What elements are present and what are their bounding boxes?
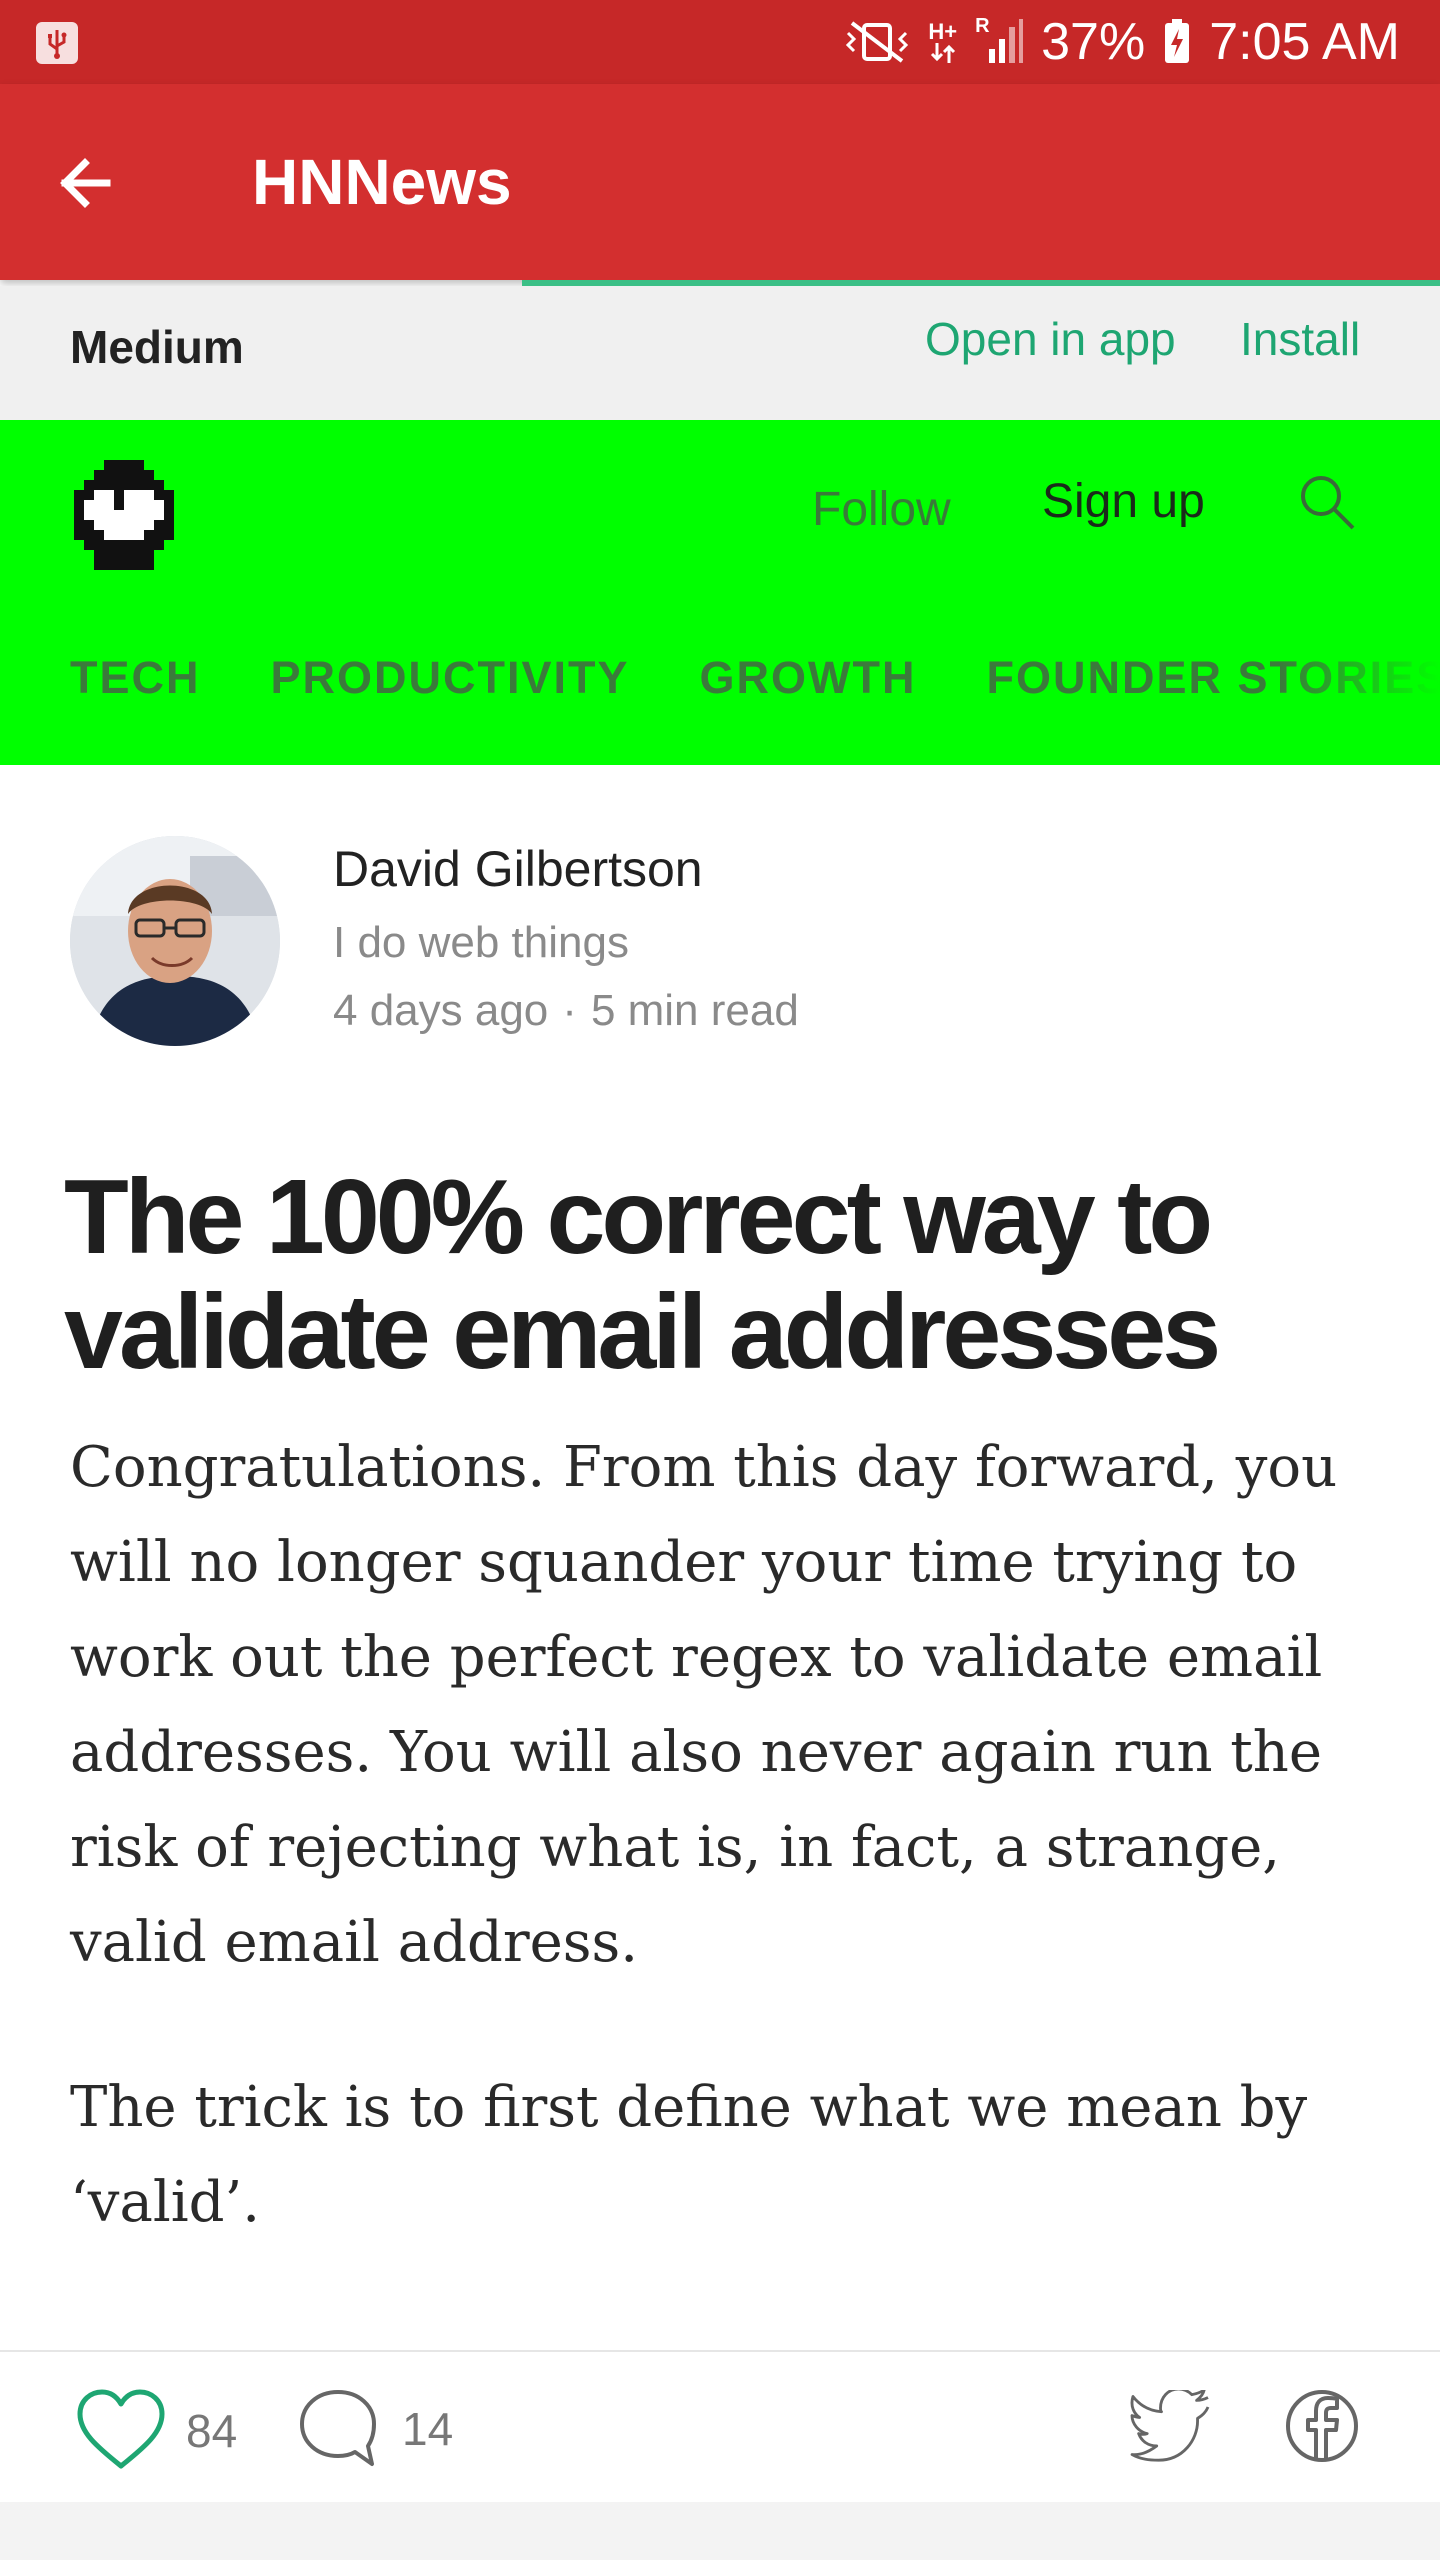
nav-item-productivity[interactable]: PRODUCTIVITY [271, 652, 630, 704]
search-button[interactable] [1295, 470, 1359, 534]
battery-percent: 37% [1041, 13, 1146, 71]
nav-item-tech[interactable]: TECH [70, 652, 201, 704]
data-arrows-icon: H+ [928, 21, 957, 63]
post-date: 4 days ago [333, 986, 549, 1035]
read-time: 5 min read [590, 986, 799, 1035]
battery-charging-icon [1163, 19, 1191, 65]
comment-count: 14 [402, 2403, 454, 2455]
arrow-left-icon [60, 158, 111, 208]
signal-icon: R [975, 15, 1024, 65]
open-in-app-link[interactable]: Open in app [925, 312, 1176, 366]
install-link[interactable]: Install [1240, 312, 1360, 366]
author-name[interactable]: David Gilbertson [333, 840, 703, 898]
twitter-bird-icon [1130, 2387, 1210, 2462]
clap-like-button[interactable] [76, 2388, 166, 2472]
sign-up-button[interactable]: Sign up [1042, 474, 1205, 529]
nav-item-growth[interactable]: GROWTH [700, 652, 917, 704]
system-nav-strip [0, 2502, 1440, 2560]
usb-icon [36, 22, 78, 64]
medium-brand[interactable]: Medium [70, 320, 244, 374]
article-paragraph: Congratulations. From this day forward, … [70, 1435, 1338, 1975]
network-type-label: H+ [928, 19, 958, 44]
nav-fade-overlay [1280, 652, 1440, 722]
article-action-bar: 84 14 [0, 2350, 1440, 2502]
publication-logo[interactable] [74, 460, 174, 580]
share-facebook-button[interactable] [1284, 2388, 1360, 2464]
publication-nav: TECH PRODUCTIVITY GROWTH FOUNDER STORIES [70, 652, 1440, 722]
article-title: The 100% correct way to validate email a… [64, 1158, 1221, 1391]
roaming-label: R [975, 15, 990, 37]
author-bio: I do web things [333, 918, 629, 967]
app-bar: HNNews [0, 84, 1440, 280]
mute-vibrate-icon [844, 19, 910, 65]
author-avatar[interactable] [70, 836, 280, 1046]
pixel-stopwatch-icon [74, 460, 174, 570]
facebook-icon [1286, 2390, 1358, 2462]
clock-time: 7:05 AM [1209, 13, 1400, 71]
comment-button[interactable] [298, 2388, 378, 2470]
comment-bubble-icon [300, 2390, 376, 2466]
app-title: HNNews [252, 146, 512, 218]
meta-separator: · [562, 986, 577, 1035]
status-bar: H+ R 37% 7:05 AM [0, 0, 1440, 84]
search-icon [1301, 476, 1355, 530]
like-count: 84 [186, 2405, 238, 2457]
share-twitter-button[interactable] [1130, 2387, 1214, 2466]
article-paragraph: The trick is to first define what we mea… [70, 2075, 1308, 2235]
back-button[interactable] [40, 138, 130, 228]
publication-header: Follow Sign up TECH PRODUCTIVITY GROWTH FOU… [0, 420, 1440, 765]
heart-icon [77, 2389, 165, 2469]
medium-banner: Medium Open in app Install [0, 286, 1440, 420]
follow-button[interactable]: Follow [812, 482, 951, 537]
article-meta: 4 days ago · 5 min read [333, 986, 799, 1036]
